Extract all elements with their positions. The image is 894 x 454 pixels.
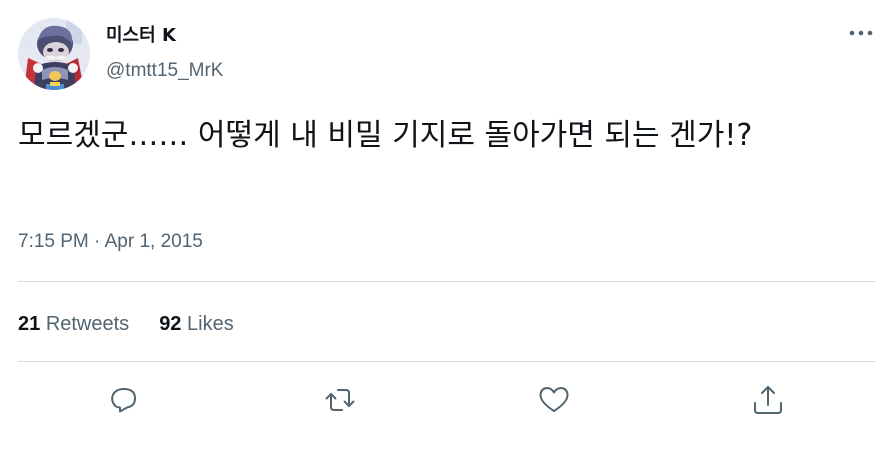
tweet-time: 7:15 PM <box>18 231 89 252</box>
divider <box>18 281 876 282</box>
retweets-stat[interactable]: 21 Retweets <box>18 311 129 337</box>
retweet-button[interactable] <box>322 382 358 418</box>
share-icon <box>754 386 782 414</box>
reply-button[interactable] <box>106 382 142 418</box>
divider <box>18 361 876 362</box>
profile-avatar-icon <box>18 18 90 90</box>
timestamp-separator: · <box>94 231 101 252</box>
more-horizontal-icon <box>849 30 873 36</box>
heart-icon <box>539 387 569 412</box>
user-handle[interactable]: @tmtt15_MrK <box>106 59 223 83</box>
avatar[interactable] <box>18 18 90 90</box>
like-button[interactable] <box>536 382 572 418</box>
tweet-text: 모르겠군…… 어떻게 내 비밀 기지로 돌아가면 되는 겐가!? <box>18 118 753 153</box>
retweet-icon <box>325 389 355 411</box>
share-button[interactable] <box>750 382 786 418</box>
engagement-stats: 21 Retweets 92 Likes <box>18 311 264 337</box>
retweets-count: 21 <box>18 313 41 335</box>
tweet-card: 미스터 K @tmtt15_MrK 모르겠군…… 어떻게 내 비밀 기지로 돌아… <box>0 0 894 454</box>
tweet-timestamp: 7:15 PM · Apr 1, 2015 <box>18 230 203 254</box>
tweet-time-link[interactable]: 7:15 PM · Apr 1, 2015 <box>18 231 203 252</box>
display-name[interactable]: 미스터 K <box>106 24 176 48</box>
likes-count: 92 <box>159 313 182 335</box>
likes-stat[interactable]: 92 Likes <box>159 311 234 337</box>
retweets-label: Retweets <box>45 313 130 335</box>
likes-label: Likes <box>187 313 234 335</box>
tweet-date: Apr 1, 2015 <box>104 231 203 252</box>
reply-icon <box>111 388 136 413</box>
more-options-button[interactable] <box>847 20 879 46</box>
